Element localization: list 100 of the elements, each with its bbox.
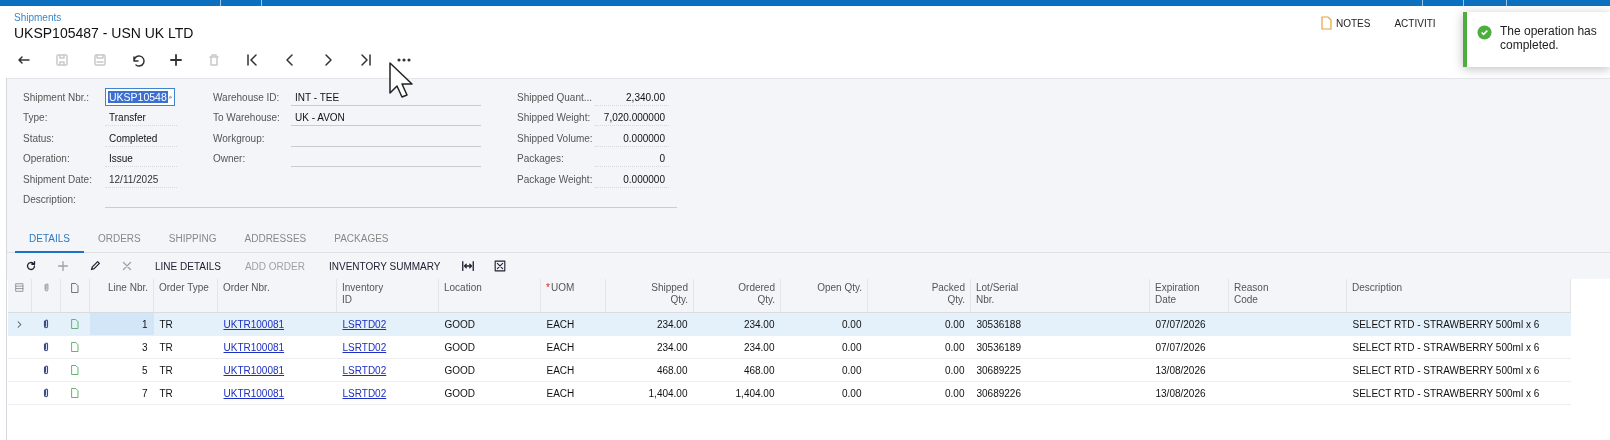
breadcrumb-link[interactable]: Shipments: [14, 12, 62, 23]
field-label: Description:: [23, 194, 77, 206]
field-label: Package Weight:: [517, 173, 594, 185]
column-header[interactable]: UOM: [550, 282, 575, 294]
add-icon: [168, 52, 184, 68]
table-link[interactable]: LSRTD02: [342, 341, 387, 353]
form-field[interactable]: 0.000000: [595, 129, 669, 147]
table-link[interactable]: UKTR100081: [223, 318, 285, 330]
table-cell: 07/07/2026: [1155, 318, 1206, 330]
table-cell: 0.00: [945, 341, 965, 353]
first-record-icon: [244, 52, 260, 68]
table-cell: TR: [159, 341, 173, 353]
add-icon: [56, 259, 70, 273]
last-record-icon: [358, 52, 374, 68]
field-label: To Warehouse:: [213, 112, 281, 124]
table-cell: 7: [141, 387, 148, 399]
table-cell: 30536188: [976, 318, 1021, 330]
table-cell: 13/08/2026: [1155, 364, 1206, 376]
note-icon: [69, 318, 81, 330]
table-cell: 0.00: [945, 387, 965, 399]
toolbar-button[interactable]: INVENTORY SUMMARY: [318, 255, 451, 277]
table-cell: 30689225: [976, 364, 1021, 376]
input-field[interactable]: UKSP10548: [105, 88, 175, 107]
table-cell: 30536189: [976, 341, 1021, 353]
note-icon: [69, 341, 81, 353]
table-cell: GOOD: [444, 387, 476, 399]
table-cell: TR: [159, 318, 173, 330]
table-cell: 0.00: [945, 318, 965, 330]
table-link[interactable]: LSRTD02: [342, 387, 387, 399]
table-cell: 13/08/2026: [1155, 387, 1206, 399]
table-link[interactable]: LSRTD02: [342, 318, 387, 330]
field-label: Shipped Volume:: [517, 132, 594, 144]
table-cell: EACH: [546, 387, 575, 399]
table-cell: SELECT RTD - STRAWBERRY 500ml x 6: [1352, 364, 1540, 376]
table-cell: GOOD: [444, 318, 476, 330]
column-header[interactable]: Order Nbr.: [223, 282, 270, 294]
table-cell: 07/07/2026: [1155, 341, 1206, 353]
tab[interactable]: DETAILS: [15, 233, 84, 253]
field-label: Shipped Weight:: [517, 112, 592, 124]
field-label: Workgroup:: [213, 132, 266, 144]
form-field[interactable]: Transfer: [105, 109, 177, 127]
table-row[interactable]: 3 TR UKTR100081 LSRTD02 GOOD EACH 234.00 234.00 0.00 0.00 30536189 07/07/2026 SELECT RTD - STRAWBERRY 500ml x 6: [8, 335, 1571, 359]
form-field[interactable]: INT - TEE: [291, 88, 481, 106]
table-cell: 30689226: [976, 387, 1021, 399]
table-link[interactable]: UKTR100081: [223, 341, 285, 353]
table-cell: 468.00: [743, 364, 775, 376]
form-field[interactable]: 0: [595, 150, 669, 168]
toolbar-button[interactable]: LINE DETAILS: [145, 255, 231, 277]
column-header[interactable]: Open Qty.: [817, 282, 862, 294]
delete-icon: [206, 52, 222, 68]
table-link[interactable]: UKTR100081: [223, 364, 285, 376]
table-cell: 234.00: [656, 341, 688, 353]
field-label: Owner:: [213, 153, 247, 165]
table-cell: SELECT RTD - STRAWBERRY 500ml x 6: [1352, 318, 1540, 330]
form-field[interactable]: UK - AVON: [291, 109, 481, 127]
note-icon: [1321, 16, 1332, 30]
table-cell: 234.00: [743, 341, 775, 353]
table-cell: EACH: [546, 341, 575, 353]
fit-columns-icon: [461, 259, 476, 273]
table-cell: GOOD: [444, 341, 476, 353]
table-cell: 5: [141, 364, 148, 376]
table-cell: SELECT RTD - STRAWBERRY 500ml x 6: [1352, 341, 1540, 353]
table-cell: 234.00: [743, 318, 775, 330]
table-cell: EACH: [546, 318, 575, 330]
table-cell: 0.00: [842, 364, 862, 376]
page-title: UKSP105487 - USN UK LTD: [14, 25, 194, 41]
field-label: Warehouse ID:: [213, 91, 281, 103]
table-row[interactable]: 7 TR UKTR100081 LSRTD02 GOOD EACH 1,404.00 1,404.00 0.00 0.00 30689226 13/08/2026 SELECT RTD - STRAWBERRY 500ml x 6: [8, 381, 1571, 405]
form-field[interactable]: 2,340.00: [595, 88, 669, 106]
field-label: Shipment Nbr.:: [23, 91, 91, 103]
note-icon: [69, 364, 81, 376]
column-chooser-icon: [14, 282, 25, 293]
column-header[interactable]: Description: [1352, 282, 1403, 294]
table-link[interactable]: LSRTD02: [342, 364, 387, 376]
form-field[interactable]: Issue: [105, 150, 177, 168]
note-icon: [69, 387, 81, 399]
table-cell: 0.00: [842, 387, 862, 399]
field-label: Shipped Quant...: [517, 91, 594, 103]
date-field[interactable]: 12/11/2025: [105, 170, 177, 188]
table-cell: TR: [159, 364, 173, 376]
save-close-icon: [54, 52, 70, 68]
field-label: Type:: [23, 112, 49, 124]
form-field[interactable]: Completed: [105, 129, 177, 147]
table-cell: 3: [141, 341, 148, 353]
save-icon: [92, 52, 108, 68]
table-row[interactable]: 1 TR UKTR100081 LSRTD02 GOOD EACH 234.00 234.00 0.00 0.00 30536188 07/07/2026 SELECT RTD - STRAWBERRY 500ml x 6: [8, 312, 1571, 336]
table-link[interactable]: UKTR100081: [223, 387, 285, 399]
delete-icon: [120, 259, 134, 273]
field-label: Shipment Date:: [23, 173, 93, 185]
column-header[interactable]: Location: [444, 282, 482, 294]
check-circle-icon: [1477, 25, 1492, 40]
field-label: Packages:: [517, 153, 565, 165]
form-field[interactable]: 0.000000: [595, 170, 669, 188]
table-row[interactable]: 5 TR UKTR100081 LSRTD02 GOOD EACH 468.00 468.00 0.00 0.00 30689225 13/08/2026 SELECT RTD - STRAWBERRY 500ml x 6: [8, 358, 1571, 382]
pencil-icon: [88, 259, 102, 273]
form-field[interactable]: 7,020.000000: [595, 109, 669, 127]
table-cell: 234.00: [656, 318, 688, 330]
table-cell: TR: [159, 387, 173, 399]
header-link[interactable]: NOTES: [1321, 16, 1371, 30]
header-link[interactable]: ACTIVITI: [1394, 16, 1436, 30]
